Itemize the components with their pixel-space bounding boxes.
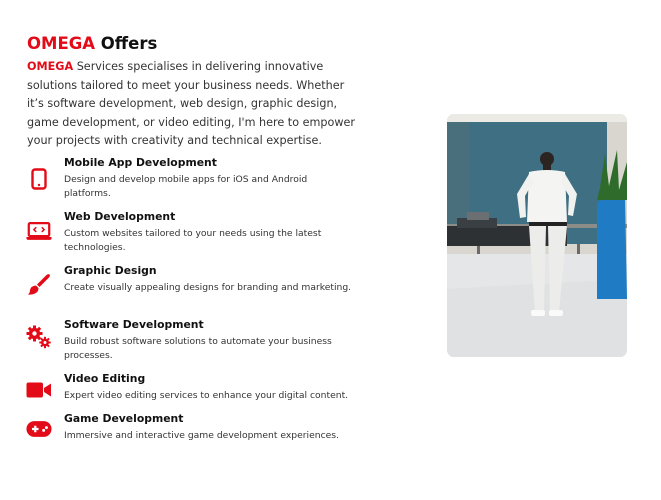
intro-paragraph: OMEGA Services specialises in delivering…: [27, 58, 362, 151]
intro-text: Services specialises in delivering innov…: [27, 60, 355, 148]
brand-name: OMEGA: [27, 34, 96, 53]
service-name: Graphic Design: [64, 264, 157, 277]
gamepad-icon: [26, 416, 52, 442]
service-name: Mobile App Development: [64, 156, 217, 169]
page-title-text: Offers: [100, 34, 158, 53]
service-name: Web Development: [64, 210, 176, 223]
service-name: Game Development: [64, 412, 184, 425]
mobile-phone-icon: [26, 166, 52, 192]
service-name: Software Development: [64, 318, 204, 331]
page-title: OMEGA Offers: [27, 34, 157, 53]
service-description: Create visually appealing designs for br…: [64, 282, 352, 293]
laptop-code-icon: [26, 218, 52, 244]
service-description: Expert video editing services to enhance…: [64, 390, 349, 401]
service-description: Immersive and interactive game developme…: [64, 430, 339, 441]
profile-photo: [447, 114, 627, 357]
paint-brush-icon: [26, 272, 52, 298]
service-description: Build robust software solutions to autom…: [64, 336, 332, 361]
service-name: Video Editing: [64, 372, 146, 385]
video-camera-icon: [26, 377, 52, 403]
gears-icon: [26, 324, 52, 350]
service-description: Custom websites tailored to your needs u…: [64, 228, 322, 253]
service-description: Design and develop mobile apps for iOS a…: [64, 174, 308, 199]
intro-brand: OMEGA: [27, 60, 74, 73]
